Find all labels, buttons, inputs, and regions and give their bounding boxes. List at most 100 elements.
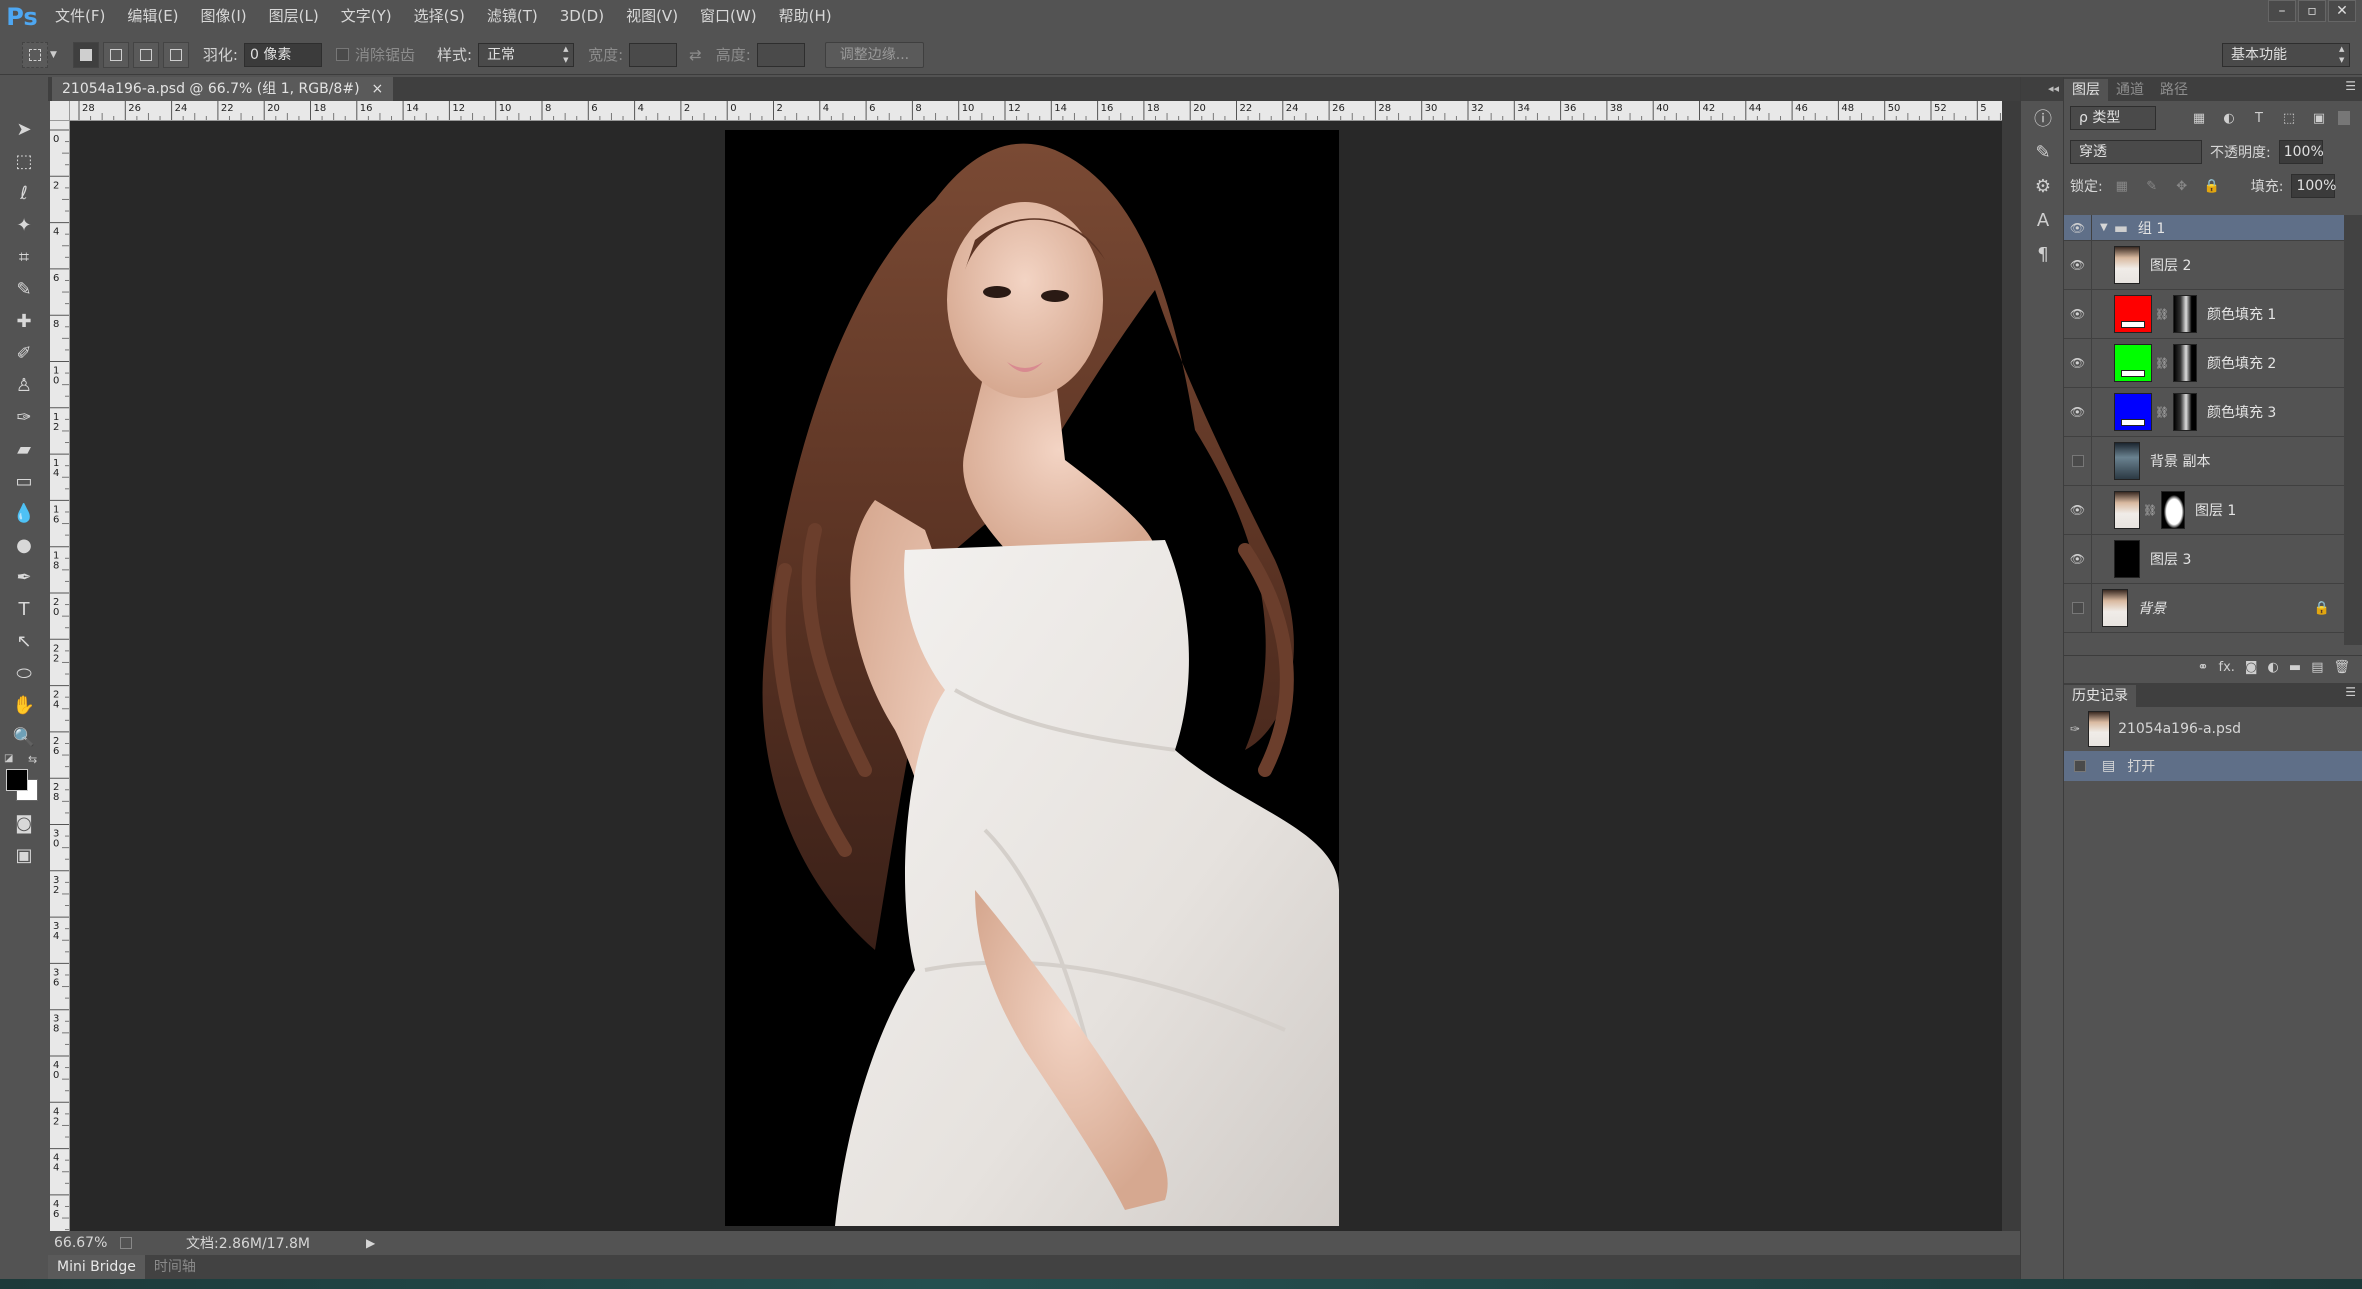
refine-edge-button[interactable]: 调整边缘... bbox=[824, 41, 925, 68]
type-tool-icon[interactable]: T bbox=[0, 593, 48, 625]
visibility-eye-icon[interactable]: 👁 bbox=[2064, 289, 2092, 339]
minimize-button[interactable]: – bbox=[2268, 0, 2296, 22]
document-tab[interactable]: 21054a196-a.psd @ 66.7% (组 1, RGB/8#) × bbox=[52, 77, 394, 101]
menu-help[interactable]: 帮助(H) bbox=[768, 0, 843, 33]
marquee-tool-icon[interactable]: ⬚ bbox=[0, 145, 48, 177]
menu-3d[interactable]: 3D(D) bbox=[549, 0, 615, 33]
filter-adjustment-icon[interactable]: ◐ bbox=[2218, 107, 2240, 129]
tab-paths[interactable]: 路径 bbox=[2152, 79, 2196, 101]
layer-row-group[interactable]: 👁 ▼ ▬ 组 1 bbox=[2064, 214, 2344, 241]
visibility-toggle-empty[interactable] bbox=[2064, 436, 2092, 486]
tab-layers[interactable]: 图层 bbox=[2064, 79, 2108, 101]
blur-tool-icon[interactable]: 💧 bbox=[0, 497, 48, 529]
clone-stamp-tool-icon[interactable]: ♙ bbox=[0, 369, 48, 401]
menu-layer[interactable]: 图层(L) bbox=[258, 0, 330, 33]
workspace-select[interactable]: 基本功能 bbox=[2222, 42, 2350, 67]
screen-mode-icon[interactable]: ▣ bbox=[0, 839, 48, 871]
preset-chevron-icon[interactable]: ▼ bbox=[50, 50, 57, 60]
trash-icon[interactable]: 🗑 bbox=[2333, 660, 2350, 675]
link-icon[interactable]: ⚭ bbox=[2198, 660, 2209, 675]
menu-file[interactable]: 文件(F) bbox=[44, 0, 116, 33]
layer-row[interactable]: 👁 图层 3 bbox=[2064, 534, 2344, 584]
status-export-icon[interactable] bbox=[120, 1237, 132, 1249]
layer-row[interactable]: 👁 ⛓ 颜色填充 1 bbox=[2064, 289, 2344, 339]
tab-history[interactable]: 历史记录 bbox=[2064, 685, 2136, 707]
link-chain-icon[interactable]: ⛓ bbox=[2155, 357, 2169, 370]
tab-channels[interactable]: 通道 bbox=[2108, 79, 2152, 101]
status-menu-arrow-icon[interactable]: ▶ bbox=[366, 1236, 375, 1250]
blend-mode-select[interactable]: 穿透 bbox=[2070, 140, 2202, 164]
group-expand-icon[interactable]: ▼ bbox=[2100, 222, 2108, 233]
dock-collapse-icon[interactable]: ◂◂ bbox=[2021, 77, 2063, 101]
visibility-eye-icon[interactable]: 👁 bbox=[2064, 338, 2092, 388]
link-chain-icon[interactable]: ⛓ bbox=[2155, 406, 2169, 419]
vertical-ruler[interactable]: 0246810121416182022242628303234363840424… bbox=[50, 121, 70, 1231]
restore-button[interactable]: ▫ bbox=[2298, 0, 2326, 22]
visibility-eye-icon[interactable]: 👁 bbox=[2064, 485, 2092, 535]
adjustments-icon[interactable]: ⚙ bbox=[2021, 169, 2065, 203]
height-input[interactable] bbox=[756, 42, 805, 67]
layer-row[interactable]: 👁 ⛓ 颜色填充 3 bbox=[2064, 387, 2344, 437]
canvas-vertical-scrollbar[interactable] bbox=[2002, 101, 2020, 1231]
path-selection-tool-icon[interactable]: ↖ bbox=[0, 625, 48, 657]
subtract-selection-icon[interactable] bbox=[132, 41, 159, 68]
filter-shape-icon[interactable]: ⬚ bbox=[2278, 107, 2300, 129]
lock-transparent-icon[interactable]: ▦ bbox=[2111, 175, 2133, 197]
menu-edit[interactable]: 编辑(E) bbox=[116, 0, 189, 33]
history-brush-source-icon[interactable]: ✑ bbox=[2070, 722, 2080, 736]
visibility-toggle-empty[interactable] bbox=[2064, 583, 2092, 633]
width-input[interactable] bbox=[629, 42, 678, 67]
fill-input[interactable]: 100% bbox=[2291, 174, 2336, 198]
lock-pixels-icon[interactable]: ✎ bbox=[2141, 175, 2163, 197]
healing-brush-tool-icon[interactable]: ✚ bbox=[0, 305, 48, 337]
foreground-color-swatch[interactable] bbox=[6, 769, 28, 791]
menu-type[interactable]: 文字(Y) bbox=[330, 0, 403, 33]
menu-image[interactable]: 图像(I) bbox=[190, 0, 258, 33]
swap-wh-icon[interactable]: ⇄ bbox=[689, 46, 702, 64]
filter-type-icon[interactable]: T bbox=[2248, 107, 2270, 129]
history-snapshot[interactable]: ✑ 21054a196-a.psd bbox=[2064, 707, 2362, 751]
add-selection-icon[interactable] bbox=[102, 41, 129, 68]
new-selection-icon[interactable] bbox=[72, 41, 99, 68]
dodge-tool-icon[interactable]: ● bbox=[0, 529, 48, 561]
visibility-eye-icon[interactable]: 👁 bbox=[2064, 240, 2092, 290]
lock-all-icon[interactable]: 🔒 bbox=[2201, 175, 2223, 197]
paragraph-panel-icon[interactable]: ¶ bbox=[2021, 237, 2065, 271]
intersect-selection-icon[interactable] bbox=[162, 41, 189, 68]
layer-row-background[interactable]: 背景 🔒 bbox=[2064, 583, 2344, 633]
visibility-eye-icon[interactable]: 👁 bbox=[2064, 387, 2092, 437]
brush-presets-icon[interactable]: ✎ bbox=[2021, 135, 2065, 169]
menu-view[interactable]: 视图(V) bbox=[615, 0, 689, 33]
swap-colors-icon[interactable]: ⇆ bbox=[28, 753, 37, 766]
quick-mask-icon[interactable]: ◙ bbox=[0, 807, 48, 839]
ellipse-tool-icon[interactable]: ⬭ bbox=[0, 657, 48, 689]
layer-row[interactable]: 👁 ⛓ 图层 1 bbox=[2064, 485, 2344, 535]
zoom-level[interactable]: 66.67% bbox=[54, 1235, 114, 1251]
folder-icon[interactable]: ▬ bbox=[2289, 660, 2301, 675]
layer-row[interactable]: 背景 副本 bbox=[2064, 436, 2344, 486]
layer-filter-kind-select[interactable]: ρ 类型 bbox=[2070, 106, 2156, 130]
brush-tool-icon[interactable]: ✐ bbox=[0, 337, 48, 369]
pen-tool-icon[interactable]: ✒ bbox=[0, 561, 48, 593]
eyedropper-tool-icon[interactable]: ✎ bbox=[0, 273, 48, 305]
menu-select[interactable]: 选择(S) bbox=[403, 0, 476, 33]
fx-icon[interactable]: fx. bbox=[2219, 660, 2235, 675]
history-source-checkbox[interactable] bbox=[2074, 760, 2086, 772]
eraser-tool-icon[interactable]: ▰ bbox=[0, 433, 48, 465]
link-chain-icon[interactable]: ⛓ bbox=[2143, 504, 2157, 517]
visibility-eye-icon[interactable]: 👁 bbox=[2064, 534, 2092, 584]
menu-filter[interactable]: 滤镜(T) bbox=[476, 0, 549, 33]
layer-row[interactable]: 👁 图层 2 bbox=[2064, 240, 2344, 290]
antialias-checkbox[interactable] bbox=[335, 48, 349, 61]
marquee-preset-icon[interactable] bbox=[22, 41, 48, 68]
tab-timeline[interactable]: 时间轴 bbox=[145, 1255, 205, 1279]
default-colors-icon[interactable]: ◪ bbox=[4, 753, 13, 764]
style-select[interactable]: 正常 bbox=[478, 42, 575, 67]
link-chain-icon[interactable]: ⛓ bbox=[2155, 308, 2169, 321]
info-panel-icon[interactable]: ⓘ bbox=[2021, 101, 2065, 135]
history-menu-icon[interactable]: ☰ bbox=[2345, 685, 2356, 699]
close-window-button[interactable]: ✕ bbox=[2328, 0, 2356, 22]
crop-tool-icon[interactable]: ⌗ bbox=[0, 241, 48, 273]
move-tool-icon[interactable]: ➤ bbox=[0, 113, 48, 145]
menu-window[interactable]: 窗口(W) bbox=[689, 0, 768, 33]
